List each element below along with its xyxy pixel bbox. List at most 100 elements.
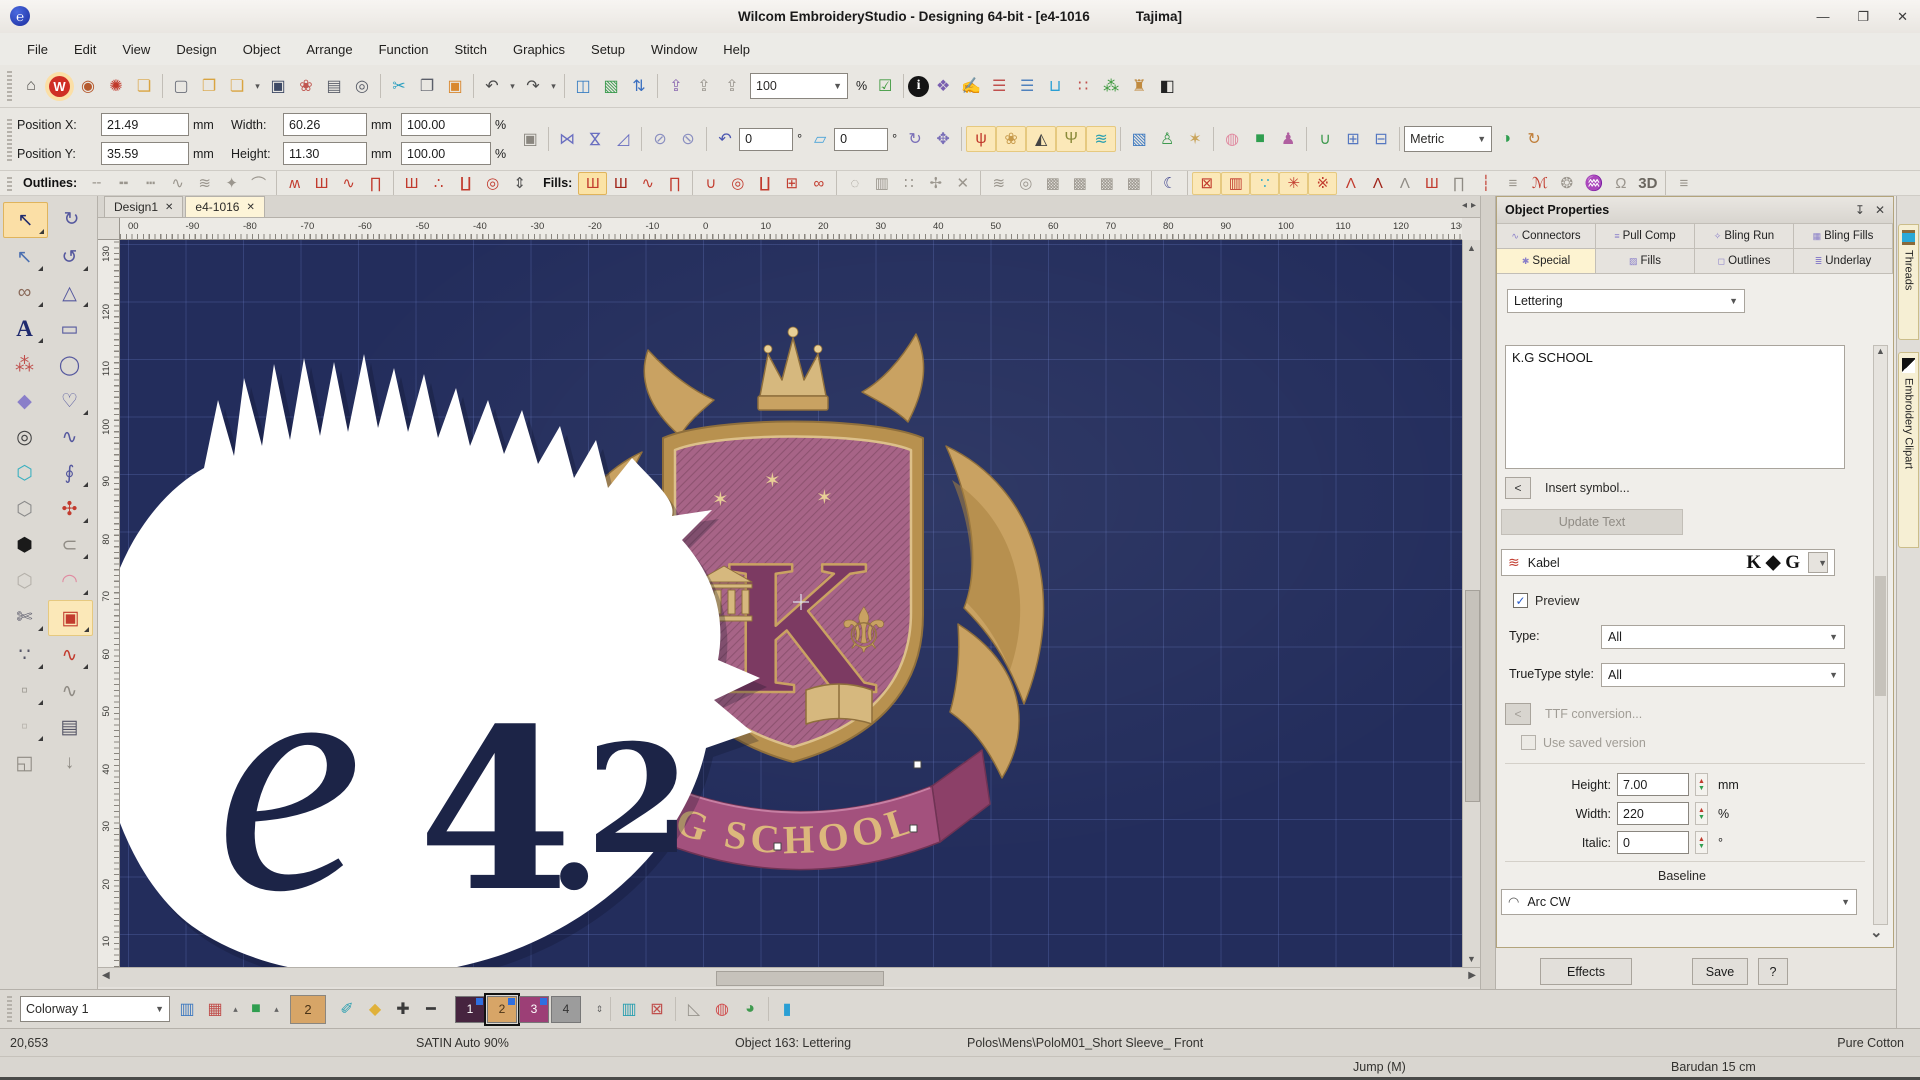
ttf-conversion-link[interactable]: TTF conversion...: [1545, 707, 1642, 721]
maximize-button[interactable]: ❐: [1857, 9, 1869, 25]
canvas-horizontal-scrollbar[interactable]: ◀ ▶: [98, 967, 1480, 987]
lettering-tool[interactable]: A: [3, 312, 46, 346]
color-swatch-3[interactable]: 3: [519, 996, 549, 1023]
toolbar-grip[interactable]: [7, 71, 12, 100]
properties-tab-special[interactable]: ✱Special: [1497, 249, 1596, 273]
open-design-icon[interactable]: ❐: [195, 73, 223, 99]
font-dropdown-button[interactable]: ▼: [1808, 552, 1828, 573]
fill-scribble-icon[interactable]: ℳ: [1526, 173, 1553, 194]
ellipse-tool[interactable]: ◯: [48, 348, 91, 382]
copy-icon[interactable]: ❐: [413, 73, 441, 99]
show-hoop-icon[interactable]: ∪: [1311, 126, 1339, 152]
properties-tab-bling-fills[interactable]: ▦Bling Fills: [1794, 224, 1893, 248]
tab-close-icon[interactable]: ✕: [165, 202, 173, 213]
lettering-text-input[interactable]: K.G SCHOOL: [1505, 345, 1845, 469]
units-combobox[interactable]: Metric ▼: [1404, 126, 1492, 152]
menu-design[interactable]: Design: [163, 33, 229, 65]
stitch-edit-tool[interactable]: ∞: [3, 276, 46, 310]
outline-satin-raised-icon[interactable]: Ш: [308, 173, 335, 194]
panel-scroll-thumb[interactable]: [1875, 576, 1886, 696]
chevron-down-icon[interactable]: ▼: [155, 1004, 164, 1014]
tab-scroll-left[interactable]: ◂: [1462, 200, 1467, 211]
feather-edge-icon[interactable]: ψ: [966, 126, 996, 152]
outline-zigzag-icon[interactable]: ∿: [164, 173, 191, 194]
swatch-scroll-icon[interactable]: ⇕: [593, 995, 606, 1023]
panel-splitter[interactable]: [1480, 196, 1496, 1028]
fill-texture2-icon[interactable]: ▩: [1066, 173, 1093, 194]
chevron-down-icon[interactable]: ▼: [1729, 296, 1738, 306]
stamp-icon[interactable]: ♜: [1125, 73, 1153, 99]
collapse-button[interactable]: <: [1505, 477, 1531, 499]
outline-motif-icon[interactable]: ✦: [218, 173, 245, 194]
reshape-tool[interactable]: ↖: [3, 240, 46, 274]
width-spinner[interactable]: ▲▼: [1695, 802, 1708, 825]
knife-tool[interactable]: ✄: [3, 600, 46, 634]
effects-button[interactable]: Effects: [1540, 958, 1632, 985]
new-design-icon[interactable]: ▢: [167, 73, 195, 99]
cross-stitch-tool[interactable]: ✣: [48, 492, 91, 526]
canvas-vertical-scrollbar[interactable]: ▲ ▼: [1462, 240, 1480, 967]
fill-square-wave-icon[interactable]: ∐: [751, 173, 778, 194]
design-canvas[interactable]: K ✶ ✶ ✶ ⚜: [120, 240, 1462, 967]
fill-texture3-icon[interactable]: ▩: [1093, 173, 1120, 194]
paste-icon[interactable]: ▣: [441, 73, 469, 99]
preview-checkbox-row[interactable]: ✓ Preview: [1513, 593, 1579, 608]
update-text-button[interactable]: Update Text: [1501, 509, 1683, 535]
palette-icon[interactable]: ▦: [201, 995, 229, 1023]
color-swatch-2[interactable]: 2: [487, 996, 517, 1023]
fill-needle-a3-icon[interactable]: Λ: [1391, 173, 1418, 194]
panel-scrollbar[interactable]: ▲: [1873, 345, 1888, 925]
travel-icon[interactable]: ↻: [1520, 126, 1548, 152]
fill-lines-icon[interactable]: ≡: [1499, 173, 1526, 194]
properties-tab-connectors[interactable]: ∿Connectors: [1497, 224, 1596, 248]
fill-ring-icon[interactable]: ◌: [841, 173, 868, 194]
menu-object[interactable]: Object: [230, 33, 294, 65]
send-to-machine-icon[interactable]: ⇪: [690, 73, 718, 99]
arc-tool[interactable]: ◠: [48, 564, 91, 598]
outline-triple-run-icon[interactable]: ╍: [110, 173, 137, 194]
fill-coil-icon[interactable]: ◎: [724, 173, 751, 194]
transparent-bg-icon[interactable]: ◺: [680, 995, 708, 1023]
curved-polygon-tool[interactable]: △: [48, 276, 91, 310]
overview-window-icon[interactable]: ☑: [871, 73, 899, 99]
fill-u-gray-icon[interactable]: ∏: [1445, 173, 1472, 194]
help-button[interactable]: ?: [1758, 958, 1788, 985]
fill-satin-raised-icon[interactable]: Ш: [607, 173, 634, 194]
print-preview-icon[interactable]: ◎: [348, 73, 376, 99]
morph-effect-icon[interactable]: ≋: [1086, 126, 1116, 152]
wave-effect-icon[interactable]: Ψ: [1056, 126, 1086, 152]
redo-icon[interactable]: ↷: [519, 73, 547, 99]
chevron-down-icon[interactable]: ▼: [1829, 670, 1838, 680]
fill-sculpt-icon[interactable]: Ω: [1607, 173, 1634, 194]
export-image-icon[interactable]: ❀: [292, 73, 320, 99]
menu-graphics[interactable]: Graphics: [500, 33, 578, 65]
outline-sprinkle-icon[interactable]: ∴: [425, 173, 452, 194]
document-tab-e4-1016[interactable]: e4-1016✕: [185, 196, 264, 217]
smart-design-icon[interactable]: ✺: [102, 73, 130, 99]
chevron-down-icon[interactable]: ▼: [833, 81, 842, 91]
balloon-design-icon[interactable]: ◉: [74, 73, 102, 99]
add-color-icon[interactable]: ✚: [389, 995, 417, 1023]
fill-tatami-icon[interactable]: ∏: [661, 173, 688, 194]
mask-a-tool[interactable]: ▫: [3, 674, 46, 708]
fill-fur-icon[interactable]: ♒: [1580, 173, 1607, 194]
import-export-icon[interactable]: ⇅: [625, 73, 653, 99]
home-icon[interactable]: ⌂: [17, 73, 45, 99]
baseline-combobox[interactable]: ◠ Arc CW ▼: [1501, 889, 1857, 915]
panel-scroll-up-icon[interactable]: ▲: [1874, 346, 1887, 356]
fill-dots-icon[interactable]: ∵: [1250, 172, 1279, 195]
properties-tab-fills[interactable]: ▨Fills: [1596, 249, 1695, 273]
width-input[interactable]: [283, 113, 367, 136]
auto-start-end-icon[interactable]: ◑: [1492, 126, 1520, 152]
zigzag-select-tool[interactable]: ∿: [48, 638, 91, 672]
design-library-icon[interactable]: ❏: [130, 73, 158, 99]
fill-satin-icon[interactable]: Ш: [578, 172, 607, 195]
close-button[interactable]: ✕: [1897, 9, 1908, 25]
thread-colors-icon[interactable]: ◫: [569, 73, 597, 99]
scroll-up-icon[interactable]: ▲: [1463, 243, 1480, 253]
slow-redraw-icon[interactable]: ◧: [1153, 73, 1181, 99]
layout-rings-tool[interactable]: ◎: [3, 420, 46, 454]
menu-view[interactable]: View: [109, 33, 163, 65]
florentine-effect-icon[interactable]: ❀: [996, 126, 1026, 152]
scale-icon[interactable]: ◿: [609, 126, 637, 152]
